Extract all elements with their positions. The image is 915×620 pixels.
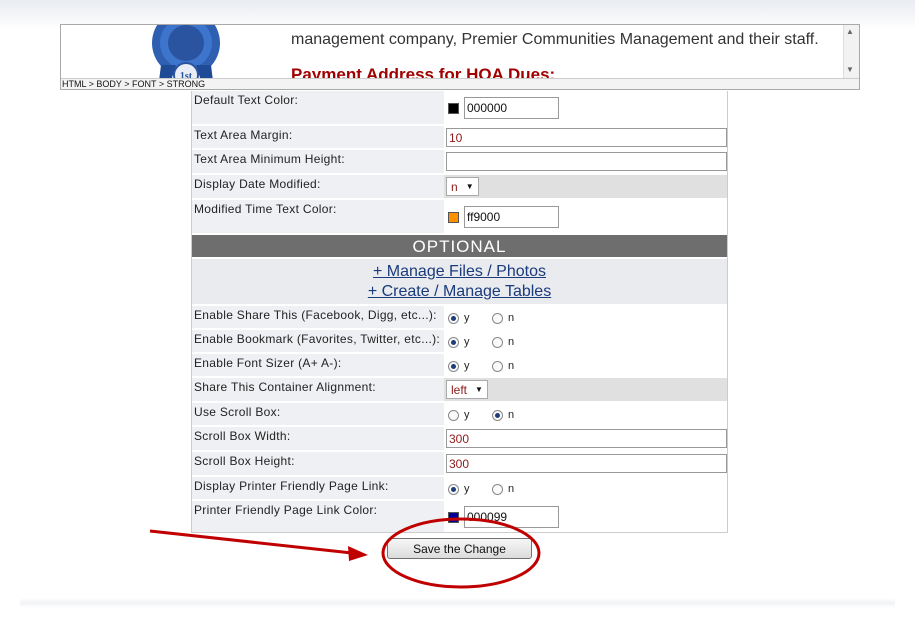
annotation-arrow-head-icon: [348, 546, 368, 561]
annotation-circle: [381, 517, 541, 589]
annotation-arrow-line: [149, 529, 353, 555]
bottom-shadow: [20, 598, 895, 608]
annotation-overlay: [149, 517, 541, 589]
